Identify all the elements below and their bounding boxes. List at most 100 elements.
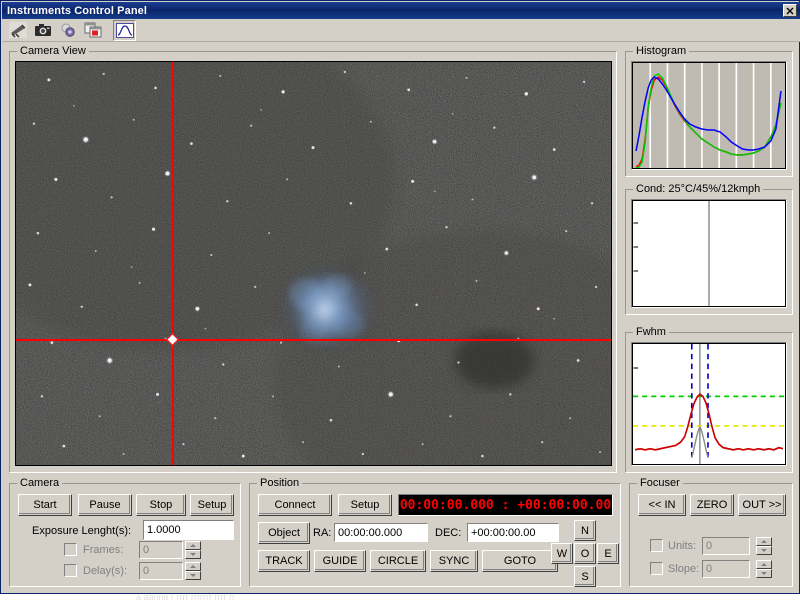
slope-checkbox[interactable] bbox=[650, 562, 663, 575]
frames-spinner[interactable] bbox=[185, 541, 201, 559]
focuser-tool-button[interactable] bbox=[81, 19, 104, 41]
conditions-label: Cond: 25°C/45%/12kmph bbox=[633, 183, 764, 195]
dpad-north-button[interactable]: N bbox=[574, 520, 596, 541]
fwhm-panel: Fwhm bbox=[625, 326, 793, 473]
camera-view-panel: Camera View bbox=[9, 45, 617, 473]
crosshair-horizontal bbox=[16, 339, 611, 341]
units-label: Units: bbox=[668, 539, 697, 552]
start-button[interactable]: Start bbox=[18, 494, 72, 516]
fwhm-label: Fwhm bbox=[633, 326, 669, 338]
arrow-down-icon bbox=[190, 553, 196, 556]
camera-image[interactable] bbox=[15, 61, 612, 466]
position-setup-button[interactable]: Setup bbox=[338, 494, 392, 516]
slope-label: Slope: bbox=[668, 562, 700, 575]
sync-button[interactable]: SYNC bbox=[430, 550, 478, 572]
bottom-faint-text: a aanne r rrrr rrrrrrr rrrr rr bbox=[136, 594, 235, 601]
sky-image bbox=[16, 62, 611, 465]
frames-spinner-up[interactable] bbox=[185, 541, 201, 550]
fwhm-plot-frame bbox=[631, 342, 787, 466]
frames-input[interactable]: 0 bbox=[139, 541, 183, 559]
delay-checkbox[interactable] bbox=[64, 564, 77, 577]
frames-label: Frames: bbox=[83, 543, 124, 556]
exposure-length-input[interactable]: 1.0000 bbox=[143, 520, 234, 540]
slope-input[interactable]: 0 bbox=[702, 560, 750, 578]
conditions-plot[interactable] bbox=[632, 200, 786, 307]
focuser-in-button[interactable]: << IN bbox=[638, 494, 686, 516]
fwhm-plot[interactable] bbox=[632, 343, 786, 465]
delay-label: Delay(s): bbox=[83, 564, 128, 577]
focuser-panel-label: Focuser bbox=[637, 477, 683, 489]
units-spinner-up[interactable] bbox=[756, 537, 772, 546]
delay-spinner-down[interactable] bbox=[185, 571, 201, 580]
arrow-down-icon bbox=[761, 549, 767, 552]
dpad-south-button[interactable]: S bbox=[574, 566, 596, 587]
histogram-plot-frame bbox=[631, 61, 787, 170]
delay-spinner[interactable] bbox=[185, 562, 201, 580]
dpad-west-button[interactable]: W bbox=[551, 543, 573, 564]
camera-setup-button[interactable]: Setup bbox=[190, 494, 234, 516]
frames-checkbox[interactable] bbox=[64, 543, 77, 556]
object-button[interactable]: Object bbox=[258, 522, 310, 544]
telescope-tool-button[interactable] bbox=[6, 19, 29, 41]
camera-tool-button[interactable] bbox=[31, 19, 54, 41]
window-title: Instruments Control Panel bbox=[7, 4, 148, 17]
position-control-panel: Position Connect Setup 00:00:00.000 : +0… bbox=[249, 477, 621, 587]
screen: Instruments Control Panel Camera View Hi… bbox=[0, 0, 800, 601]
slope-spinner-down[interactable] bbox=[756, 569, 772, 578]
dpad-center-button[interactable]: O bbox=[574, 543, 596, 564]
camera-icon bbox=[34, 24, 51, 36]
arrow-up-icon bbox=[190, 565, 196, 568]
filter-wheel-tool-button[interactable] bbox=[56, 19, 79, 41]
application-window: Instruments Control Panel Camera View Hi… bbox=[0, 0, 800, 594]
units-spinner-down[interactable] bbox=[756, 546, 772, 555]
dpad-east-button[interactable]: E bbox=[597, 543, 619, 564]
ra-input[interactable]: 00:00:00.000 bbox=[334, 523, 428, 542]
focuser-zero-button[interactable]: ZERO bbox=[690, 494, 734, 516]
camera-control-panel: Camera Start Pause Stop Setup Exposure L… bbox=[9, 477, 241, 587]
arrow-up-icon bbox=[190, 544, 196, 547]
histogram-chart bbox=[633, 63, 785, 168]
toolbar bbox=[2, 19, 800, 42]
title-bar: Instruments Control Panel bbox=[2, 2, 800, 19]
slope-spinner-up[interactable] bbox=[756, 560, 772, 569]
camera-panel-label: Camera bbox=[17, 477, 63, 489]
units-checkbox[interactable] bbox=[650, 539, 663, 552]
histogram-plot[interactable] bbox=[632, 62, 786, 169]
units-input[interactable]: 0 bbox=[702, 537, 750, 555]
crosshair-vertical bbox=[172, 62, 174, 465]
fwhm-chart bbox=[633, 344, 785, 464]
guide-button[interactable]: GUIDE bbox=[314, 550, 366, 572]
focuser-out-button[interactable]: OUT >> bbox=[738, 494, 786, 516]
connect-button[interactable]: Connect bbox=[258, 494, 332, 516]
arrow-down-icon bbox=[190, 574, 196, 577]
coordinates-display-text: 00:00:00.000 : +00:00:00.00 bbox=[399, 497, 612, 513]
pause-button[interactable]: Pause bbox=[78, 494, 132, 516]
conditions-chart bbox=[633, 201, 785, 306]
filter-wheel-icon bbox=[61, 23, 75, 37]
exposure-length-label: Exposure Lenght(s): bbox=[32, 525, 132, 537]
coordinates-display: 00:00:00.000 : +00:00:00.00 bbox=[398, 494, 613, 516]
histogram-label: Histogram bbox=[633, 45, 690, 57]
slope-spinner[interactable] bbox=[756, 560, 772, 578]
frames-spinner-down[interactable] bbox=[185, 550, 201, 559]
delay-spinner-up[interactable] bbox=[185, 562, 201, 571]
camera-view-label: Camera View bbox=[17, 45, 89, 57]
dec-input[interactable]: +00:00:00.00 bbox=[467, 523, 559, 542]
telescope-icon bbox=[8, 22, 27, 38]
track-button[interactable]: TRACK bbox=[258, 550, 310, 572]
arrow-down-icon bbox=[761, 572, 767, 575]
position-panel-label: Position bbox=[257, 477, 303, 489]
chart-tool-button[interactable] bbox=[113, 19, 136, 41]
close-button[interactable] bbox=[783, 4, 797, 17]
stop-button[interactable]: Stop bbox=[136, 494, 186, 516]
arrow-up-icon bbox=[761, 540, 767, 543]
ra-label: RA: bbox=[313, 527, 332, 539]
focuser-control-panel: Focuser << IN ZERO OUT >> Units: 0 Slope… bbox=[629, 477, 793, 587]
conditions-plot-frame bbox=[631, 199, 787, 308]
histogram-panel: Histogram bbox=[625, 45, 793, 177]
focuser-icon bbox=[84, 22, 101, 38]
circle-button[interactable]: CIRCLE bbox=[370, 550, 426, 572]
units-spinner[interactable] bbox=[756, 537, 772, 555]
goto-button[interactable]: GOTO bbox=[482, 550, 558, 572]
delay-input[interactable]: 0 bbox=[139, 562, 183, 580]
